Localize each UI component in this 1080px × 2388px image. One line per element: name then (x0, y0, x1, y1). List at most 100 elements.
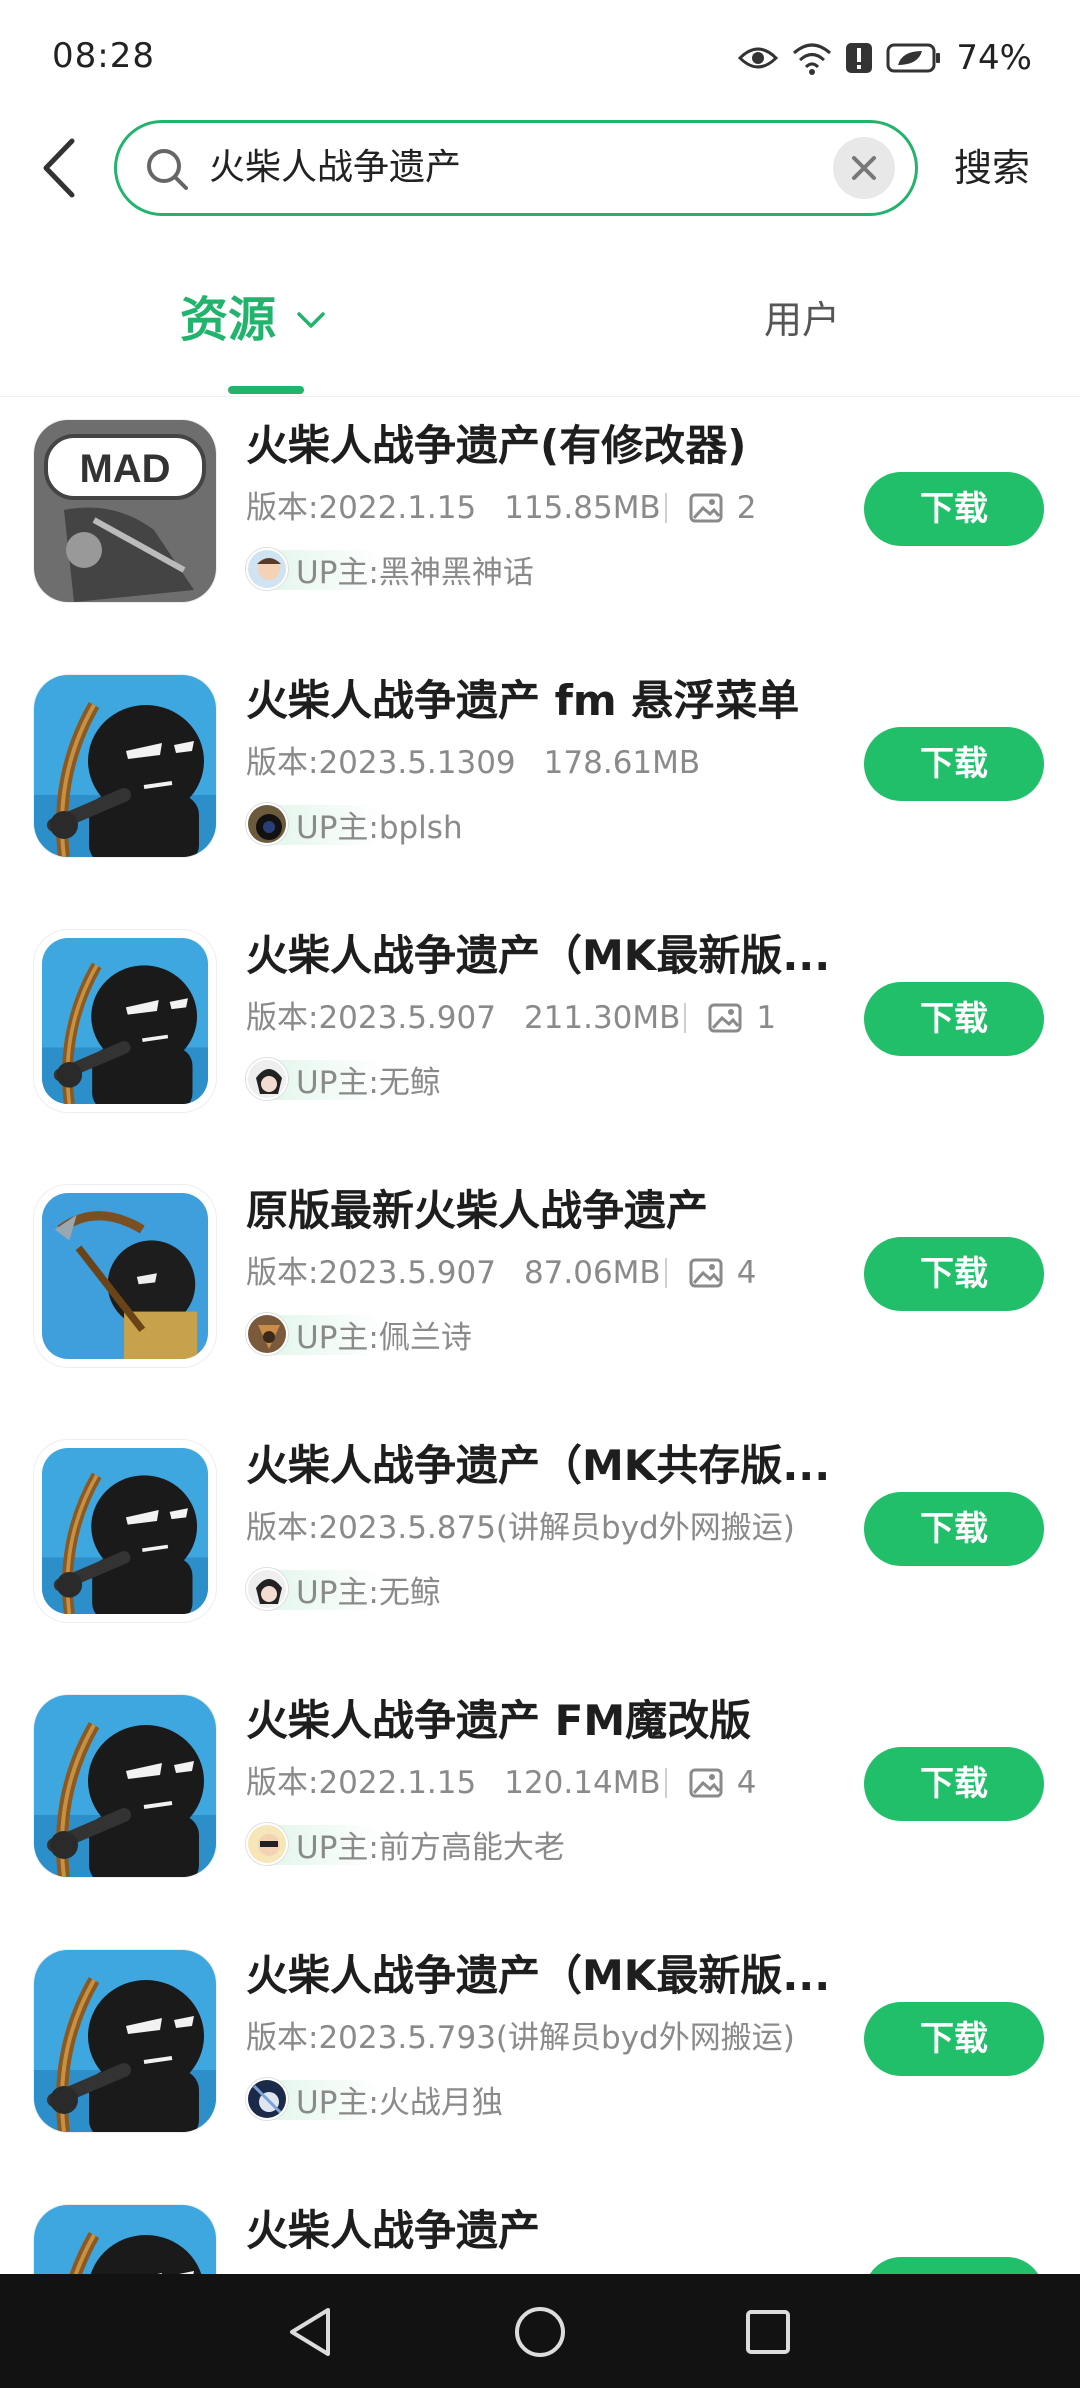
item-meta: 版本:2023.5.1309 178.61MB (246, 739, 700, 787)
download-button[interactable] (864, 2257, 1044, 2274)
search-bar[interactable]: 火柴人战争遗产 (114, 120, 918, 216)
tab-users[interactable]: 用户 (764, 280, 840, 360)
list-item[interactable]: 原版最新火柴人战争遗产 版本:2023.5.907 87.06MB 4 UP主:… (0, 1165, 1080, 1420)
item-version: 版本:2022.1.15 (246, 1765, 477, 1801)
item-version: 版本:2023.5.907 (246, 1255, 496, 1291)
status-bar: 08:28 74% (0, 0, 1080, 118)
app-icon: MAD (34, 420, 216, 602)
back-button[interactable] (30, 132, 86, 204)
nav-home-button[interactable] (510, 2302, 570, 2362)
avatar (246, 1568, 288, 1610)
uploader-name: UP主:bplsh (296, 809, 463, 846)
nav-recents-icon (746, 2310, 790, 2354)
uploader[interactable]: UP主:火战月独 (246, 2074, 503, 2124)
clear-search-button[interactable] (833, 137, 895, 199)
item-title: 火柴人战争遗产 FM魔改版 (246, 1696, 752, 1745)
app-icon (34, 1440, 216, 1622)
list-item[interactable]: 火柴人战争遗产（MK最新版... 版本:2023.5.907 211.30MB … (0, 910, 1080, 1165)
item-size: 178.61MB (543, 745, 701, 781)
list-item[interactable]: MAD 火柴人战争遗产(有修改器) 版本:2022.1.15 115.85MB … (0, 400, 1080, 655)
list-item[interactable]: 火柴人战争遗产 FM魔改版 版本:2022.1.15 120.14MB 4 UP… (0, 1675, 1080, 1930)
tab-resources[interactable]: 资源 (180, 280, 326, 360)
item-image-count: 4 (736, 1255, 757, 1291)
image-icon (689, 1768, 723, 1798)
meta-divider (664, 1768, 667, 1798)
item-meta: 版本:2023.5.793(讲解员byd外网搬运) (246, 2014, 795, 2062)
avatar (246, 1313, 288, 1355)
close-icon (852, 156, 876, 180)
app-icon (34, 930, 216, 1112)
search-button[interactable]: 搜索 (954, 136, 1030, 200)
item-title: 火柴人战争遗产(有修改器) (246, 421, 747, 470)
item-meta: 版本:2022.1.15 120.14MB 4 (246, 1759, 756, 1807)
download-button[interactable]: 下载 (864, 2002, 1044, 2076)
avatar (246, 803, 288, 845)
uploader[interactable]: UP主:佩兰诗 (246, 1309, 472, 1359)
download-button[interactable]: 下载 (864, 1747, 1044, 1821)
battery-icon (886, 43, 941, 73)
uploader-name: UP主:无鲸 (296, 1574, 441, 1611)
item-title: 火柴人战争遗产（MK共存版... (246, 1441, 831, 1490)
uploader[interactable]: UP主:无鲸 (246, 1564, 441, 1614)
active-tab-indicator (228, 386, 304, 394)
download-button[interactable]: 下载 (864, 472, 1044, 546)
uploader[interactable]: UP主:无鲸 (246, 1054, 441, 1104)
wifi-icon (793, 43, 832, 75)
meta-divider (684, 1003, 687, 1033)
item-version: 版本:2022.1.15 (246, 490, 477, 526)
download-button[interactable]: 下载 (864, 1237, 1044, 1311)
download-button[interactable]: 下载 (864, 1492, 1044, 1566)
download-button[interactable]: 下载 (864, 982, 1044, 1056)
status-icons: 74% (738, 36, 1032, 80)
list-item[interactable]: 火柴人战争遗产 fm 悬浮菜单 版本:2023.5.1309 178.61MB … (0, 655, 1080, 910)
nav-back-button[interactable] (280, 2302, 340, 2362)
search-icon (147, 149, 188, 190)
item-size: 120.14MB (504, 1765, 661, 1801)
image-icon (689, 493, 723, 523)
battery-percentage: 74% (956, 38, 1032, 78)
uploader-name: UP主:黑神黑神话 (296, 554, 534, 591)
item-size: 87.06MB (523, 1255, 661, 1291)
image-icon (689, 1258, 723, 1288)
item-meta: 版本:2023.5.907 211.30MB 1 (246, 994, 776, 1042)
chevron-left-icon (43, 138, 75, 198)
uploader-name: UP主:佩兰诗 (296, 1319, 472, 1356)
list-item[interactable]: 火柴人战争遗产 (0, 2185, 1080, 2274)
app-icon (34, 1185, 216, 1367)
uploader[interactable]: UP主:bplsh (246, 799, 463, 849)
uploader[interactable]: UP主:前方高能大老 (246, 1819, 565, 1869)
item-meta: 版本:2023.5.907 87.06MB 4 (246, 1249, 756, 1297)
item-meta: 版本:2022.1.15 115.85MB 2 (246, 484, 756, 532)
status-time: 08:28 (52, 36, 155, 76)
avatar (246, 2078, 288, 2120)
tabs-divider (0, 396, 1080, 397)
item-title: 原版最新火柴人战争遗产 (246, 1186, 709, 1235)
app-icon (34, 1950, 216, 2132)
app-icon (34, 2205, 216, 2274)
results-list[interactable]: MAD 火柴人战争遗产(有修改器) 版本:2022.1.15 115.85MB … (0, 400, 1080, 2274)
list-item[interactable]: 火柴人战争遗产（MK最新版... 版本:2023.5.793(讲解员byd外网搬… (0, 1930, 1080, 2185)
item-title: 火柴人战争遗产（MK最新版... (246, 1951, 831, 2000)
item-image-count: 1 (756, 1000, 777, 1036)
item-title: 火柴人战争遗产（MK最新版... (246, 931, 831, 980)
list-item[interactable]: 火柴人战争遗产（MK共存版... 版本:2023.5.875(讲解员byd外网搬… (0, 1420, 1080, 1675)
uploader-name: UP主:火战月独 (296, 2084, 503, 2121)
search-input[interactable]: 火柴人战争遗产 (209, 123, 461, 213)
item-version: 版本:2023.5.907 (246, 1000, 496, 1036)
app-icon (34, 675, 216, 857)
item-version: 版本:2023.5.875(讲解员byd外网搬运) (246, 1510, 795, 1546)
nav-recents-button[interactable] (738, 2302, 798, 2362)
alert-icon (846, 43, 873, 73)
item-version: 版本:2023.5.1309 (246, 745, 516, 781)
item-image-count: 4 (736, 1765, 757, 1801)
item-meta: 版本:2023.5.875(讲解员byd外网搬运) (246, 1504, 795, 1552)
item-title: 火柴人战争遗产 fm 悬浮菜单 (246, 676, 800, 725)
meta-divider (664, 1258, 667, 1288)
chevron-down-icon (297, 312, 325, 328)
download-button[interactable]: 下载 (864, 727, 1044, 801)
image-icon (708, 1003, 742, 1033)
tab-resources-label: 资源 (180, 292, 277, 348)
uploader[interactable]: UP主:黑神黑神话 (246, 544, 534, 594)
item-version: 版本:2023.5.793(讲解员byd外网搬运) (246, 2020, 795, 2056)
item-title: 火柴人战争遗产 (246, 2206, 541, 2255)
